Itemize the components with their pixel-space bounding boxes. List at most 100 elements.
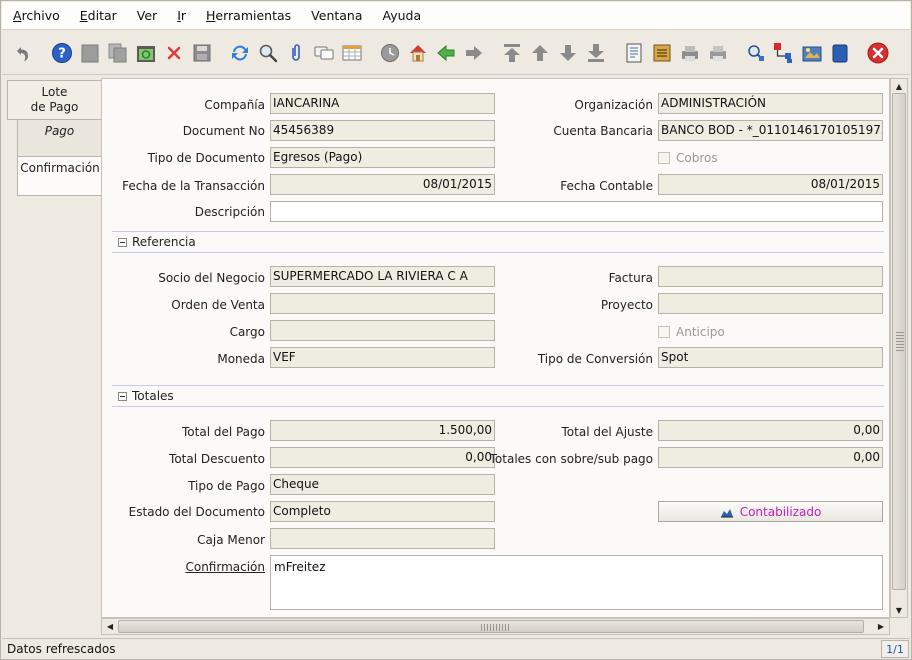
requery-icon[interactable] bbox=[229, 42, 251, 64]
report-icon[interactable] bbox=[623, 42, 645, 64]
tipo-pago-field[interactable]: Cheque bbox=[270, 474, 495, 495]
referencia-title: Referencia bbox=[132, 235, 196, 249]
new-record-icon[interactable] bbox=[79, 42, 101, 64]
tab-confirmacion[interactable]: Confirmación bbox=[17, 156, 102, 196]
factura-field[interactable] bbox=[658, 266, 883, 287]
menu-ayuda-label: Ayuda bbox=[382, 8, 422, 23]
last-record-icon[interactable] bbox=[585, 42, 607, 64]
compania-field[interactable]: IANCARINA bbox=[270, 93, 495, 114]
document-no-field[interactable]: 45456389 bbox=[270, 120, 495, 141]
collapse-icon[interactable] bbox=[118, 391, 127, 401]
close-icon[interactable] bbox=[867, 42, 889, 64]
fecha-contable-field[interactable]: 08/01/2015 bbox=[658, 174, 883, 195]
organizacion-field[interactable]: ADMINISTRACIÓN bbox=[658, 93, 883, 114]
back-icon[interactable] bbox=[435, 42, 457, 64]
menu-editar-mnemonic: E bbox=[79, 8, 88, 23]
svg-text:?: ? bbox=[58, 47, 66, 62]
product-info-icon[interactable] bbox=[801, 42, 823, 64]
document-no-label: Document No bbox=[182, 124, 265, 138]
menu-ventana[interactable]: Ventana bbox=[301, 8, 372, 23]
menu-herramientas[interactable]: Herramientas bbox=[196, 8, 301, 23]
caja-menor-field[interactable] bbox=[270, 528, 495, 549]
proyecto-label: Proyecto bbox=[600, 298, 653, 312]
total-pago-field[interactable]: 1.500,00 bbox=[270, 420, 495, 441]
moneda-label: Moneda bbox=[217, 352, 265, 366]
fecha-transaccion-field[interactable]: 08/01/2015 bbox=[270, 174, 495, 195]
undo-icon[interactable] bbox=[11, 42, 33, 64]
save-icon[interactable] bbox=[191, 42, 213, 64]
scroll-down-icon[interactable]: ▼ bbox=[891, 603, 907, 617]
tab-pago[interactable]: Pago bbox=[17, 119, 102, 157]
toolbar: ? bbox=[2, 31, 910, 75]
cobros-checkbox-box[interactable] bbox=[658, 152, 670, 164]
tab-lote-de-pago[interactable]: Lote de Pago bbox=[7, 80, 102, 120]
estado-documento-field[interactable]: Completo bbox=[270, 501, 495, 522]
proyecto-field[interactable] bbox=[658, 293, 883, 314]
anticipo-checkbox-box[interactable] bbox=[658, 326, 670, 338]
caja-menor-label: Caja Menor bbox=[197, 533, 265, 547]
contabilizado-button[interactable]: Contabilizado bbox=[658, 501, 883, 522]
cuenta-bancaria-field[interactable]: BANCO BOD - *_01101461701051973072 bbox=[658, 120, 883, 141]
next-record-icon[interactable] bbox=[557, 42, 579, 64]
descripcion-field[interactable] bbox=[270, 201, 883, 222]
print-icon[interactable] bbox=[707, 42, 729, 64]
archive-icon[interactable] bbox=[651, 42, 673, 64]
print-preview-icon[interactable] bbox=[679, 42, 701, 64]
menu-ver-label: Ver bbox=[136, 8, 158, 23]
lock-icon[interactable] bbox=[829, 42, 851, 64]
attachment-icon[interactable] bbox=[285, 42, 307, 64]
refresh-record-icon[interactable] bbox=[135, 42, 157, 64]
collapse-icon[interactable] bbox=[118, 237, 127, 247]
orden-venta-field[interactable] bbox=[270, 293, 495, 314]
menu-ayuda[interactable]: Ayuda bbox=[373, 8, 432, 23]
menu-editar[interactable]: Editar bbox=[70, 8, 127, 23]
zoom-across-icon[interactable] bbox=[745, 42, 767, 64]
vertical-scrollbar[interactable]: ▲ ▼ bbox=[890, 78, 908, 618]
horizontal-scroll-thumb[interactable] bbox=[118, 620, 864, 633]
orden-venta-label: Orden de Venta bbox=[171, 298, 265, 312]
record-counter[interactable]: 1/1 bbox=[881, 640, 909, 658]
status-bar: Datos refrescados 1/1 bbox=[2, 638, 910, 659]
find-icon[interactable] bbox=[257, 42, 279, 64]
tipo-conversion-field[interactable]: Spot bbox=[658, 347, 883, 368]
contabilizado-label: Contabilizado bbox=[739, 504, 822, 519]
anticipo-checkbox[interactable]: Anticipo bbox=[658, 325, 725, 339]
confirmacion-field[interactable]: mFreitez bbox=[270, 555, 883, 610]
moneda-field[interactable]: VEF bbox=[270, 347, 495, 368]
home-icon[interactable] bbox=[407, 42, 429, 64]
menu-ir[interactable]: Ir bbox=[167, 8, 196, 23]
scroll-up-icon[interactable]: ▲ bbox=[891, 79, 907, 93]
totales-section-header[interactable]: Totales bbox=[112, 385, 884, 407]
first-record-icon[interactable] bbox=[501, 42, 523, 64]
tipo-conversion-label: Tipo de Conversión bbox=[537, 352, 653, 366]
menu-editar-label: ditar bbox=[87, 8, 117, 23]
copy-record-icon[interactable] bbox=[107, 42, 129, 64]
socio-field[interactable]: SUPERMERCADO LA RIVIERA C A bbox=[270, 266, 495, 287]
horizontal-scrollbar[interactable]: ◀ ▶ bbox=[101, 618, 890, 635]
cobros-checkbox[interactable]: Cobros bbox=[658, 151, 718, 165]
history-icon[interactable] bbox=[379, 42, 401, 64]
menu-archivo-mnemonic: A bbox=[13, 8, 22, 23]
menu-ver[interactable]: Ver bbox=[127, 8, 167, 23]
totales-sobre-sub-field[interactable]: 0,00 bbox=[658, 447, 883, 468]
tipo-documento-field[interactable]: Egresos (Pago) bbox=[270, 147, 495, 168]
previous-record-icon[interactable] bbox=[529, 42, 551, 64]
vertical-scroll-thumb[interactable] bbox=[892, 93, 906, 590]
referencia-section-header[interactable]: Referencia bbox=[112, 231, 884, 253]
cargo-field[interactable] bbox=[270, 320, 495, 341]
menu-bar: Archivo Editar Ver Ir Herramientas Venta… bbox=[2, 2, 910, 30]
workflow-icon[interactable] bbox=[773, 42, 795, 64]
forward-icon[interactable] bbox=[463, 42, 485, 64]
grid-toggle-icon[interactable] bbox=[341, 42, 363, 64]
delete-icon[interactable] bbox=[163, 42, 185, 64]
record-panel: Compañía IANCARINA Organización ADMINIST… bbox=[101, 78, 890, 618]
total-descuento-field[interactable]: 0,00 bbox=[270, 447, 495, 468]
chat-icon[interactable] bbox=[313, 42, 335, 64]
scroll-left-icon[interactable]: ◀ bbox=[103, 619, 117, 634]
help-icon[interactable]: ? bbox=[51, 42, 73, 64]
scroll-right-icon[interactable]: ▶ bbox=[874, 619, 888, 634]
menu-archivo[interactable]: Archivo bbox=[2, 8, 70, 23]
total-pago-label: Total del Pago bbox=[182, 425, 265, 439]
organizacion-label: Organización bbox=[574, 98, 653, 112]
total-ajuste-field[interactable]: 0,00 bbox=[658, 420, 883, 441]
